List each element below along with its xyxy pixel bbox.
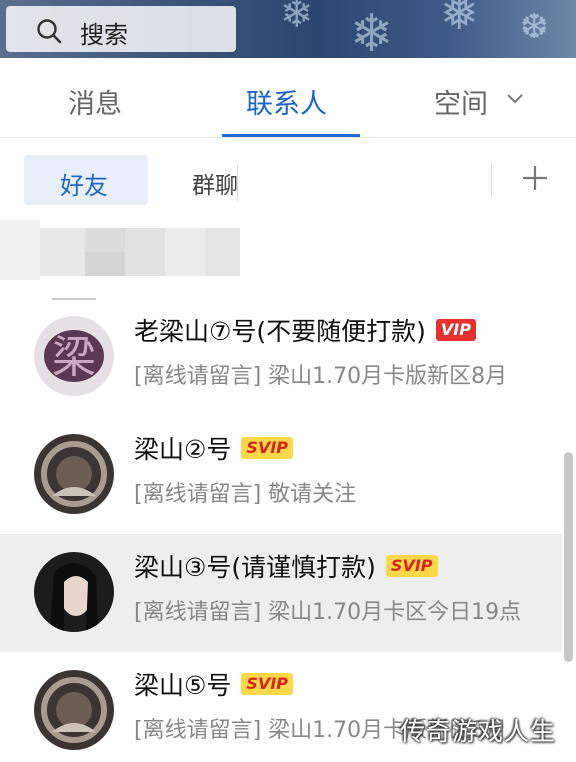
snowflake-decoration: ❅ [440, 0, 479, 40]
avatar: 梁 [34, 316, 114, 396]
contact-status: [离线请留言] 梁山1.70月卡区今日19点 [134, 600, 522, 625]
divider [491, 165, 492, 195]
tab-messages[interactable]: 消息 [68, 82, 122, 121]
contact-name: 梁山③号(请谨慎打款) [134, 553, 376, 582]
subtab-friends-label: 好友 [60, 172, 108, 200]
vip-badge: VIP [435, 319, 476, 341]
main-tabs: 消息 联系人 空间 [0, 58, 576, 138]
snowflake-decoration: ❆ [520, 7, 549, 47]
divider [237, 165, 238, 201]
subtab-friends[interactable]: 好友 [24, 155, 148, 205]
snowflake-decoration: ❄ [280, 0, 314, 37]
tab-contacts[interactable]: 联系人 [246, 82, 327, 121]
header-banner: ❄ ❄ ❅ ❆ 搜索 [0, 0, 576, 58]
avatar [34, 434, 114, 514]
avatar [34, 552, 114, 632]
contact-name: 梁山②号 [134, 435, 232, 464]
contact-status: [离线请留言] 梁山1.70月卡版新区8月 [134, 364, 508, 389]
contacts-window: ❄ ❄ ❅ ❆ 搜索 消息 联系人 空间 好友 群聊 梁 老梁山⑦号(不要随便打… [0, 0, 576, 762]
redacted-area [0, 206, 576, 298]
search-icon [37, 19, 62, 44]
snowflake-decoration: ❄ [350, 4, 394, 58]
tab-space[interactable]: 空间 [434, 82, 488, 121]
chevron-down-icon[interactable] [506, 92, 524, 104]
svip-badge: SVIP [385, 555, 438, 577]
scrollbar[interactable] [564, 452, 573, 662]
contact-item[interactable]: 梁 老梁山⑦号(不要随便打款) VIP [离线请留言] 梁山1.70月卡版新区8… [0, 298, 562, 416]
contact-item[interactable]: 梁山②号 SVIP [离线请留言] 敬请关注 [0, 416, 562, 534]
avatar [34, 670, 114, 750]
watermark-text: 传奇游戏人生 [400, 717, 557, 746]
active-tab-indicator [222, 134, 360, 137]
search-input[interactable]: 搜索 [6, 6, 236, 52]
subtab-groups[interactable]: 群聊 [192, 166, 238, 200]
contact-name: 老梁山⑦号(不要随便打款) [134, 317, 426, 346]
contact-name: 梁山⑤号 [134, 671, 232, 700]
contact-item-selected[interactable]: 梁山③号(请谨慎打款) SVIP [离线请留言] 梁山1.70月卡区今日19点 [0, 534, 562, 652]
svg-text:梁: 梁 [52, 332, 96, 383]
contact-status: [离线请留言] 敬请关注 [134, 482, 357, 507]
svip-badge: SVIP [241, 437, 294, 459]
search-placeholder: 搜索 [80, 21, 128, 49]
svip-badge: SVIP [241, 673, 294, 695]
plus-icon[interactable] [520, 163, 550, 193]
